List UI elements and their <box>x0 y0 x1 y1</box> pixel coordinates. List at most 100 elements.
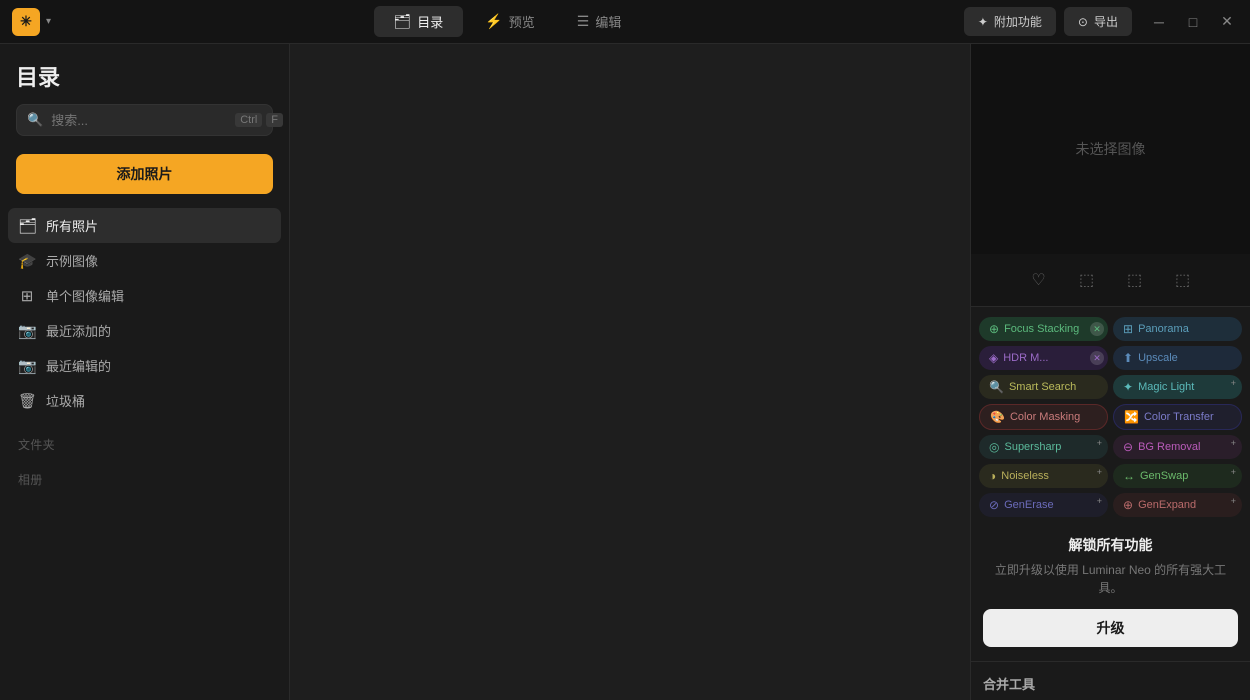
feature-pill-color-transfer[interactable]: 🔀 Color Transfer <box>1113 404 1242 430</box>
ctrl-key: Ctrl <box>235 113 262 127</box>
favorite-button[interactable]: ♡ <box>1023 264 1055 296</box>
copy-button[interactable]: ⬚ <box>1071 264 1103 296</box>
sidebar-item-all-photos[interactable]: 🗂 所有照片 <box>8 208 281 243</box>
focus-stacking-icon: ⊕ <box>989 322 999 336</box>
no-image-text: 未选择图像 <box>1076 139 1146 159</box>
supersharp-icon: ◎ <box>989 440 999 454</box>
hdr-close[interactable]: ✕ <box>1090 351 1104 365</box>
feature-pill-focus-stacking[interactable]: ⊕ Focus Stacking ✕ <box>979 317 1108 341</box>
supersharp-badge: + <box>1097 438 1102 448</box>
export-button[interactable]: ⊙ 导出 <box>1064 7 1132 36</box>
search-box[interactable]: 🔍 Ctrl F <box>16 104 273 136</box>
preview-actions: ♡ ⬚ ⬚ ⬚ <box>971 254 1250 307</box>
sidebar: 目录 🔍 Ctrl F 添加照片 🗂 所有照片 🎓 示例图像 ⊞ <box>0 44 290 700</box>
nav-tab-edit[interactable]: ☰ 编辑 <box>557 6 642 37</box>
magic-light-icon: ✦ <box>1123 380 1133 394</box>
edit-icon: ☰ <box>577 13 590 30</box>
feature-pill-magic-light[interactable]: ✦ Magic Light + <box>1113 375 1242 399</box>
color-masking-icon: 🎨 <box>990 410 1005 424</box>
sample-icon: 🎓 <box>18 252 36 270</box>
upgrade-button[interactable]: 升级 <box>983 609 1238 647</box>
feature-pill-genswap[interactable]: ↔ GenSwap + <box>1113 464 1242 488</box>
feature-pill-smart-search[interactable]: 🔍 Smart Search <box>979 375 1108 399</box>
close-button[interactable]: ✕ <box>1216 11 1238 33</box>
sidebar-item-sample-images[interactable]: 🎓 示例图像 <box>8 243 281 278</box>
feature-pill-color-masking[interactable]: 🎨 Color Masking <box>979 404 1108 430</box>
smart-search-icon: 🔍 <box>989 380 1004 394</box>
merge-tools-title: 合并工具 <box>983 674 1238 693</box>
info-button[interactable]: ⬚ <box>1167 264 1199 296</box>
focus-stacking-close[interactable]: ✕ <box>1090 322 1104 336</box>
paste-button[interactable]: ⬚ <box>1119 264 1151 296</box>
titlebar: ✳ ▾ 🗂 目录 ⚡ 预览 ☰ 编辑 ✦ 附加功能 ⊙ 导出 ─ □ ✕ <box>0 0 1250 44</box>
feature-pill-bg-removal[interactable]: ⊖ BG Removal + <box>1113 435 1242 459</box>
folders-label: 文件夹 <box>0 422 289 457</box>
bg-removal-icon: ⊖ <box>1123 440 1133 454</box>
sidebar-item-single-edit[interactable]: ⊞ 单个图像编辑 <box>8 278 281 313</box>
recently-edited-icon: 📷 <box>18 357 36 375</box>
feature-label: HDR M... <box>1003 352 1048 364</box>
feature-pill-supersharp[interactable]: ◎ Supersharp + <box>979 435 1108 459</box>
feature-label: Upscale <box>1138 352 1178 364</box>
sidebar-item-label: 垃圾桶 <box>46 391 85 410</box>
sidebar-item-recently-added[interactable]: 📷 最近添加的 <box>8 313 281 348</box>
search-icon: 🔍 <box>27 112 43 128</box>
maximize-button[interactable]: □ <box>1182 11 1204 33</box>
feature-pill-noiseless[interactable]: ◑ Noiseless + <box>979 464 1108 488</box>
minimize-button[interactable]: ─ <box>1148 11 1170 33</box>
right-panel: 未选择图像 ♡ ⬚ ⬚ ⬚ ⊕ Focus Stacking ✕ ⊞ Panor… <box>970 44 1250 700</box>
center-area <box>290 44 970 700</box>
add-photos-button[interactable]: 添加照片 <box>16 154 273 194</box>
sidebar-item-label: 示例图像 <box>46 251 98 270</box>
sidebar-header: 目录 🔍 Ctrl F <box>0 44 289 144</box>
nav-tab-catalog[interactable]: 🗂 目录 <box>374 6 464 37</box>
catalog-tab-label: 目录 <box>417 12 443 31</box>
feature-label: Noiseless <box>1001 470 1049 482</box>
generase-badge: + <box>1097 496 1102 506</box>
feature-label: BG Removal <box>1138 441 1200 453</box>
preview-tab-label: 预览 <box>509 12 535 31</box>
sidebar-item-label: 最近添加的 <box>46 321 111 340</box>
catalog-icon: 🗂 <box>394 13 412 30</box>
magic-light-badge: + <box>1231 378 1236 388</box>
feature-pill-hdr[interactable]: ◈ HDR M... ✕ <box>979 346 1108 370</box>
feature-pill-upscale[interactable]: ⬆ Upscale <box>1113 346 1242 370</box>
addons-button[interactable]: ✦ 附加功能 <box>964 7 1056 36</box>
main-content: 目录 🔍 Ctrl F 添加照片 🗂 所有照片 🎓 示例图像 ⊞ <box>0 44 1250 700</box>
app-chevron-icon: ▾ <box>46 16 51 27</box>
preview-area: 未选择图像 <box>971 44 1250 254</box>
feature-pill-panorama[interactable]: ⊞ Panorama <box>1113 317 1242 341</box>
unlock-desc: 立即升级以使用 Luminar Neo 的所有强大工具。 <box>983 561 1238 597</box>
feature-label: Smart Search <box>1009 381 1076 393</box>
all-photos-icon: 🗂 <box>18 217 36 235</box>
search-input[interactable] <box>51 113 227 128</box>
sidebar-item-label: 单个图像编辑 <box>46 286 124 305</box>
edit-tab-label: 编辑 <box>595 12 621 31</box>
upgrade-section: 解锁所有功能 立即升级以使用 Luminar Neo 的所有强大工具。 升级 <box>971 521 1250 661</box>
app-logo: ✳ <box>12 8 40 36</box>
feature-label: GenSwap <box>1140 470 1188 482</box>
bg-removal-badge: + <box>1231 438 1236 448</box>
generase-icon: ⊘ <box>989 498 999 512</box>
nav-tab-preview[interactable]: ⚡ 预览 <box>465 6 554 37</box>
single-edit-icon: ⊞ <box>18 287 36 305</box>
genswap-icon: ↔ <box>1123 469 1135 483</box>
feature-label: GenExpand <box>1138 499 1196 511</box>
preview-icon: ⚡ <box>485 13 502 30</box>
panorama-icon: ⊞ <box>1123 322 1133 336</box>
feature-label: Magic Light <box>1138 381 1194 393</box>
sidebar-item-recently-edited[interactable]: 📷 最近编辑的 <box>8 348 281 383</box>
features-grid: ⊕ Focus Stacking ✕ ⊞ Panorama ◈ HDR M...… <box>971 307 1250 521</box>
search-shortcut: Ctrl F <box>235 113 283 127</box>
feature-pill-generase[interactable]: ⊘ GenErase + <box>979 493 1108 517</box>
titlebar-left: ✳ ▾ <box>12 8 51 36</box>
feature-pill-genexpand[interactable]: ⊕ GenExpand + <box>1113 493 1242 517</box>
genexpand-badge: + <box>1231 496 1236 506</box>
titlebar-center: 🗂 目录 ⚡ 预览 ☰ 编辑 <box>374 6 642 37</box>
genswap-badge: + <box>1231 467 1236 477</box>
recently-added-icon: 📷 <box>18 322 36 340</box>
feature-label: GenErase <box>1004 499 1054 511</box>
upscale-icon: ⬆ <box>1123 351 1133 365</box>
noiseless-icon: ◑ <box>989 469 996 483</box>
sidebar-item-trash[interactable]: 🗑 垃圾桶 <box>8 383 281 418</box>
